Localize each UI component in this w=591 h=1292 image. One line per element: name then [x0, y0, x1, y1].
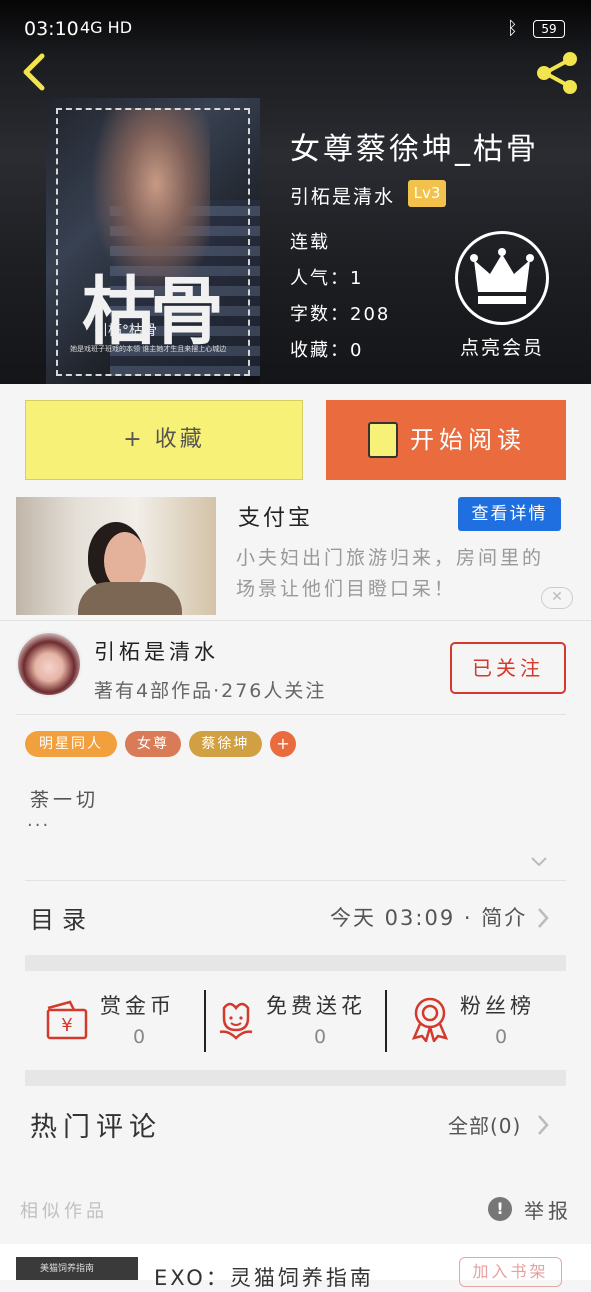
toc-update-info[interactable]: 今天 03:09 · 简介: [330, 902, 527, 932]
book-word-count: 字数：208: [290, 304, 391, 325]
book-author[interactable]: 引柘是清水: [290, 182, 395, 209]
vip-label[interactable]: 点亮会员: [460, 333, 544, 360]
ad-title[interactable]: 支付宝: [238, 500, 313, 532]
book-title: 女尊蔡徐坤_枯骨: [290, 132, 539, 167]
report-button[interactable]: 举报: [524, 1195, 572, 1224]
ad-image-body: [78, 582, 182, 615]
tag-chip[interactable]: 蔡徐坤: [189, 731, 262, 757]
reward-coins-count: 0: [133, 1026, 146, 1048]
start-reading-button[interactable]: 开始阅读: [326, 400, 566, 480]
reward-coins-button[interactable]: ¥: [44, 998, 90, 1042]
fan-ranking-count: 0: [495, 1026, 508, 1048]
fan-ranking-button[interactable]: [410, 996, 450, 1044]
crown-icon: [470, 248, 534, 304]
send-flower-button[interactable]: [216, 998, 256, 1042]
share-icon: [537, 52, 577, 94]
divider: [0, 620, 591, 621]
all-comments-link[interactable]: 全部(0): [448, 1110, 521, 1139]
bluetooth-icon: ᛒ: [507, 18, 518, 39]
similar-book-cover[interactable]: 美猫饲养指南: [16, 1257, 138, 1280]
cover-subtitle: 引柘°枯骨: [94, 323, 157, 339]
chevron-right-icon: [538, 908, 549, 928]
back-button[interactable]: [18, 52, 52, 92]
chevron-down-icon: [531, 857, 547, 867]
add-favorite-button[interactable]: + 收藏: [25, 400, 303, 480]
add-tag-button[interactable]: +: [270, 731, 296, 757]
author-level-badge: Lv3: [408, 180, 446, 207]
author-name[interactable]: 引柘是清水: [94, 636, 219, 666]
start-reading-label: 开始阅读: [410, 426, 526, 454]
similar-book-title[interactable]: EXO：灵猫饲养指南: [154, 1262, 374, 1292]
back-arrow-icon: [23, 53, 45, 91]
divider: [16, 714, 566, 715]
battery-icon: 59: [533, 20, 565, 38]
cover-note: 她是戏班子班戏的本领 谁主她才生且来摆上心城边: [70, 345, 227, 353]
chevron-right-icon: [538, 1115, 549, 1135]
book-popularity: 人气：1: [290, 268, 364, 289]
toc-chevron[interactable]: [536, 906, 550, 930]
author-avatar[interactable]: [16, 631, 82, 697]
send-flower-label[interactable]: 免费送花: [266, 990, 366, 1020]
hot-comments-title: 热门评论: [30, 1112, 162, 1143]
fan-ranking-label[interactable]: 粉丝榜: [460, 990, 535, 1020]
author-meta: 著有4部作品·276人关注: [94, 680, 327, 702]
send-flower-count: 0: [314, 1026, 327, 1048]
comments-chevron[interactable]: [536, 1113, 550, 1137]
vip-button[interactable]: [455, 231, 549, 325]
book-summary: 荼一切: [30, 789, 100, 811]
book-favorites: 收藏：0: [290, 340, 364, 361]
divider: [385, 990, 387, 1052]
ad-close-button[interactable]: ✕: [541, 587, 573, 609]
expand-summary-button[interactable]: [530, 853, 548, 871]
status-bar: 03:10 4G HD ᛒ 59: [0, 0, 591, 48]
share-button[interactable]: [533, 50, 581, 96]
add-to-shelf-button[interactable]: 加入书架: [459, 1257, 562, 1287]
status-time: 03:10: [24, 18, 79, 40]
red-envelope-icon: ¥: [46, 1000, 88, 1040]
divider: [204, 990, 206, 1052]
summary-more: ···: [27, 815, 51, 836]
table-of-contents-label[interactable]: 目录: [30, 900, 94, 935]
flower-icon: [219, 1002, 253, 1040]
follow-button[interactable]: 已关注: [450, 642, 566, 694]
reward-coins-label[interactable]: 赏金币: [100, 990, 175, 1020]
section-gap: [25, 955, 566, 971]
status-network: 4G HD: [80, 18, 133, 37]
cover-title: 枯骨: [82, 269, 224, 355]
section-gap: [25, 1070, 566, 1086]
svg-text:¥: ¥: [61, 1015, 72, 1036]
ad-description[interactable]: 小夫妇出门旅游归来，房间里的场景让他们目瞪口呆！: [236, 543, 561, 605]
divider: [25, 880, 566, 881]
tag-chip[interactable]: 明星同人: [25, 731, 117, 757]
book-status: 连载: [290, 232, 330, 253]
ad-detail-button[interactable]: 查看详情: [458, 497, 561, 531]
book-icon: [368, 422, 398, 458]
similar-works-title: 相似作品: [20, 1201, 108, 1222]
tag-chip[interactable]: 女尊: [125, 731, 181, 757]
warning-icon[interactable]: !: [488, 1197, 512, 1221]
medal-icon: [411, 997, 449, 1044]
